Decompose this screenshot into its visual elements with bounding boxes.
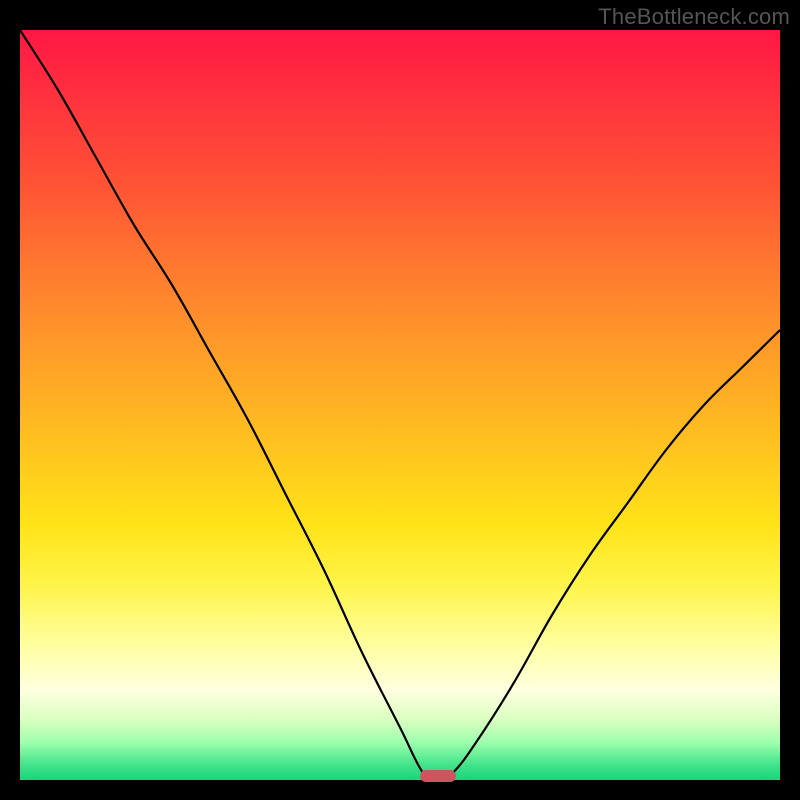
- plot-area: [20, 30, 780, 780]
- bottleneck-curve-svg: [20, 30, 780, 780]
- watermark-label: TheBottleneck.com: [598, 4, 790, 30]
- bottleneck-curve-path: [20, 30, 780, 780]
- optimum-marker: [420, 770, 456, 782]
- chart-frame: TheBottleneck.com: [0, 0, 800, 800]
